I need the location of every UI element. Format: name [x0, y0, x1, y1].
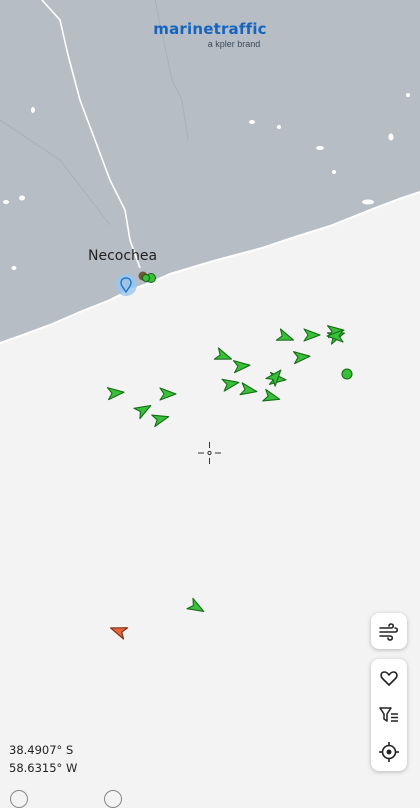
bottom-nav-stub — [10, 790, 28, 808]
coordinates-readout: 38.4907° S 58.6315° W — [9, 741, 77, 777]
vessel-anchored-marker[interactable] — [341, 368, 353, 380]
map-canvas[interactable] — [0, 0, 420, 800]
filter-button[interactable] — [371, 698, 407, 732]
filter-icon — [379, 707, 398, 722]
heart-icon — [380, 670, 398, 686]
brand-name: marinetraffic — [153, 20, 267, 38]
wind-icon — [379, 623, 399, 641]
locate-button[interactable] — [371, 735, 407, 769]
map-controls-panel — [371, 659, 407, 771]
bottom-nav-stub — [104, 790, 122, 808]
brand-tagline: a kpler brand — [207, 39, 261, 49]
crosshair-icon — [379, 742, 399, 763]
vessel-marker[interactable] — [142, 274, 150, 282]
brand-logo: marinetraffic a kpler brand — [0, 20, 420, 49]
favorites-button[interactable] — [371, 661, 407, 695]
longitude-value: 58.6315° W — [9, 761, 78, 775]
city-label: Necochea — [88, 248, 158, 264]
latitude-value: 38.4907° S — [9, 743, 74, 757]
weather-button[interactable] — [371, 613, 407, 649]
